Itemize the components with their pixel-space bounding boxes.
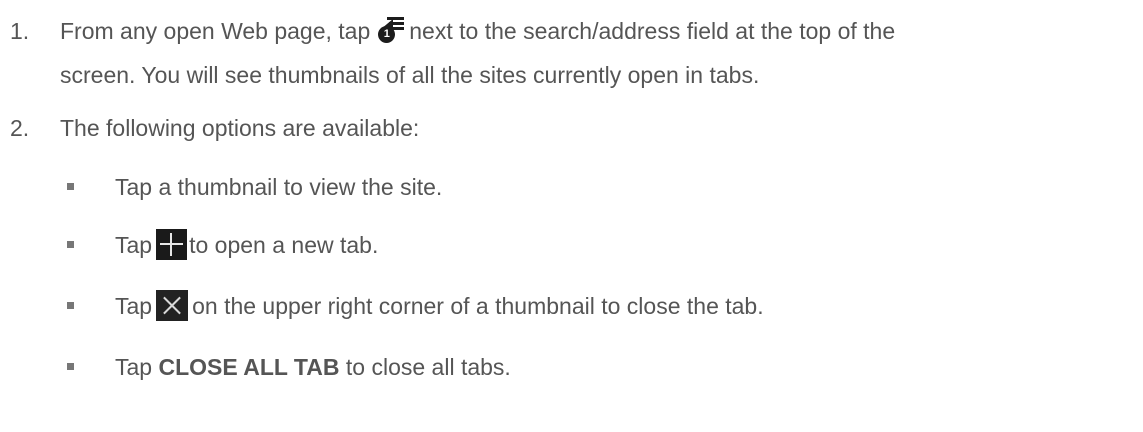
close-all-tab-label: CLOSE ALL TAB (158, 354, 340, 380)
option-close-all-before: Tap (115, 354, 153, 380)
bullet-marker (67, 363, 74, 370)
option-close-tab-after: on the upper right corner of a thumbnail… (192, 293, 764, 319)
tabs-icon-count: 1 (378, 26, 396, 44)
step-1-line-2: screen. You will see thumbnails of all t… (60, 62, 760, 88)
option-close-tab: Tap on the upper right corner of a thumbn… (115, 290, 764, 323)
step-2-text: The following options are available: (60, 115, 420, 141)
step-1-text-after-icon: next to the search/address field at the … (409, 18, 896, 44)
step-1-line-1: From any open Web page, tap 1 next to the … (60, 15, 896, 47)
tabs-icon: 1 (375, 15, 406, 45)
option-close-all-after: to close all tabs. (345, 354, 511, 380)
plus-icon (156, 229, 188, 261)
step-1-number: 1. (10, 18, 30, 44)
option-view-site: Tap a thumbnail to view the site. (115, 174, 443, 200)
option-new-tab-before: Tap (115, 232, 153, 258)
instruction-document: 1. From any open Web page, tap 1 next to t… (0, 0, 1143, 432)
bullet-marker (67, 241, 74, 248)
bullet-marker (67, 183, 74, 190)
step-1-text-before-icon: From any open Web page, tap (60, 18, 371, 44)
step-2-number: 2. (10, 115, 30, 141)
bullet-marker (67, 302, 74, 309)
option-close-tab-before: Tap (115, 293, 153, 319)
option-new-tab-after: to open a new tab. (189, 232, 379, 258)
option-new-tab: Tap to open a new tab. (115, 229, 379, 262)
option-close-all-tabs: Tap CLOSE ALL TAB to close all tabs. (115, 352, 511, 382)
close-icon (156, 290, 189, 322)
